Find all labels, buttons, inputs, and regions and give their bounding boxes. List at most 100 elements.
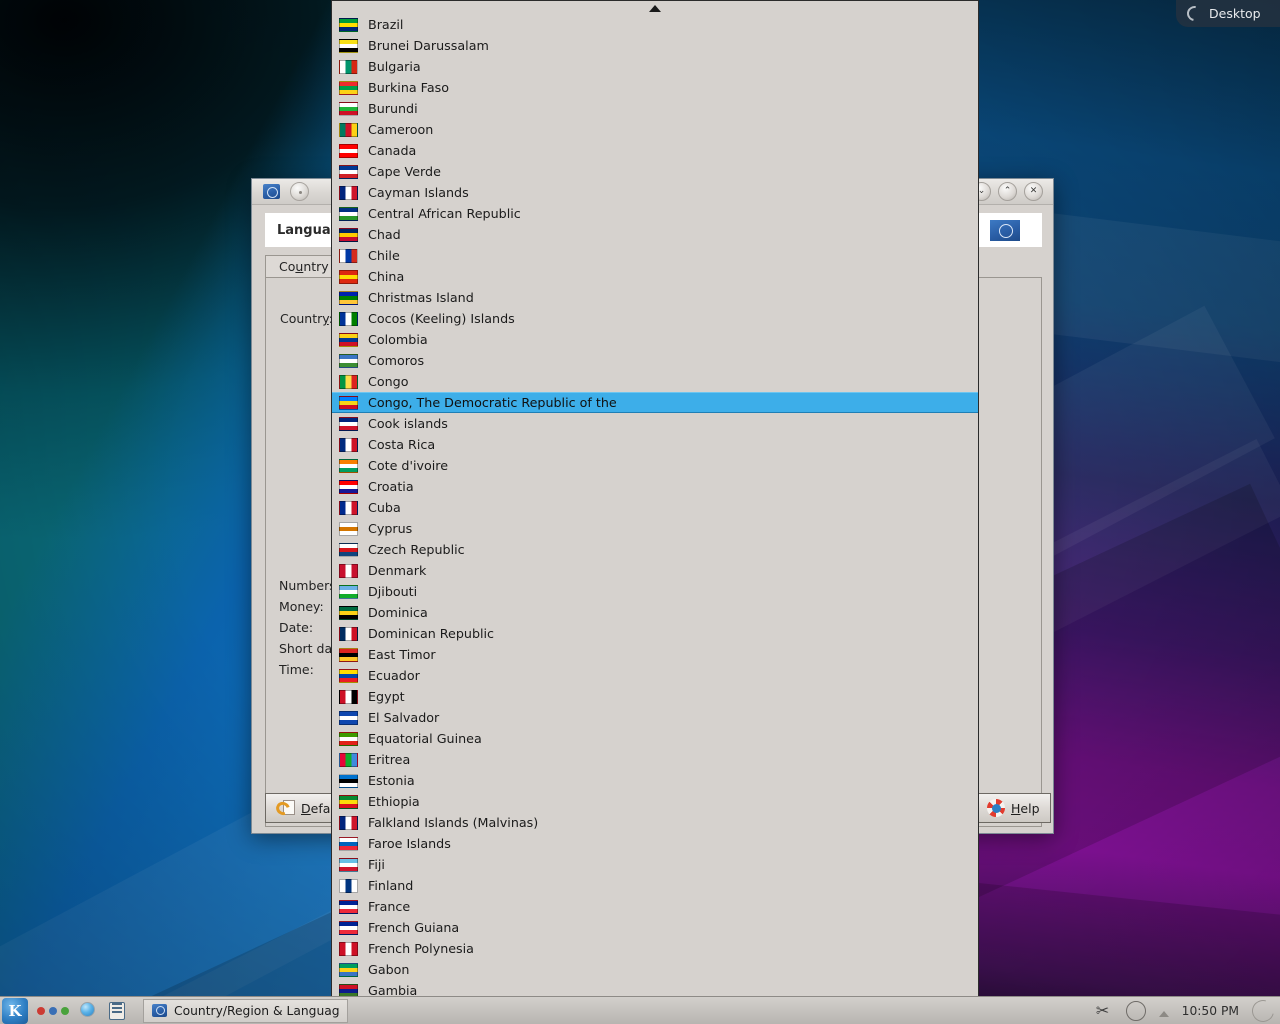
- country-list-item[interactable]: East Timor: [332, 644, 978, 665]
- country-list-item-label: French Polynesia: [368, 941, 474, 956]
- country-list-item[interactable]: El Salvador: [332, 707, 978, 728]
- country-list-item[interactable]: China: [332, 266, 978, 287]
- country-flag-icon: [339, 416, 358, 431]
- desktop-toolbox-label: Desktop: [1209, 6, 1261, 21]
- country-list-item[interactable]: Faroe Islands: [332, 833, 978, 854]
- country-field-label: Country:: [280, 311, 333, 326]
- country-list-item[interactable]: Eritrea: [332, 749, 978, 770]
- desktop-toolbox[interactable]: Desktop: [1176, 0, 1280, 27]
- pager-toggle-icon[interactable]: [1247, 995, 1279, 1024]
- country-flag-icon: [339, 437, 358, 452]
- country-list-item-label: East Timor: [368, 647, 436, 662]
- country-flag-icon: [339, 773, 358, 788]
- klipper-scissors-icon[interactable]: ✂: [1093, 1001, 1113, 1021]
- country-list-item[interactable]: Chile: [332, 245, 978, 266]
- country-flag-icon: [339, 836, 358, 851]
- country-flag-icon: [339, 227, 358, 242]
- country-list-item[interactable]: French Polynesia: [332, 938, 978, 959]
- network-icon[interactable]: [1125, 1000, 1146, 1021]
- country-flag-icon: [339, 500, 358, 515]
- scroll-up-arrow[interactable]: [332, 1, 978, 15]
- help-button[interactable]: Help: [976, 793, 1051, 823]
- country-list-item[interactable]: Gabon: [332, 959, 978, 980]
- maximize-button[interactable]: ⌃: [998, 182, 1017, 201]
- country-flag-icon: [339, 311, 358, 326]
- country-list-item[interactable]: Bulgaria: [332, 56, 978, 77]
- country-flag-icon: [339, 962, 358, 977]
- country-list-item[interactable]: Brazil: [332, 14, 978, 35]
- country-list-item[interactable]: Colombia: [332, 329, 978, 350]
- country-list-item[interactable]: Falkland Islands (Malvinas): [332, 812, 978, 833]
- taskbar-task-country-region-language[interactable]: Country/Region & Language – KDE: [143, 998, 348, 1023]
- kmenu-button[interactable]: K: [2, 997, 28, 1024]
- country-list[interactable]: Brazil Brunei Darussalam Bulgaria Burkina F…: [332, 14, 978, 1008]
- country-flag-icon: [339, 626, 358, 641]
- pager-dot-3[interactable]: [61, 1006, 69, 1015]
- country-list-item-label: Brazil: [368, 17, 404, 32]
- country-list-item-label: Faroe Islands: [368, 836, 451, 851]
- pager-dot-2[interactable]: [49, 1006, 57, 1015]
- country-flag-icon: [339, 269, 358, 284]
- country-list-item-label: Falkland Islands (Malvinas): [368, 815, 539, 830]
- country-list-item[interactable]: Dominica: [332, 602, 978, 623]
- country-list-item[interactable]: Central African Republic: [332, 203, 978, 224]
- country-list-item[interactable]: Czech Republic: [332, 539, 978, 560]
- country-list-item[interactable]: Djibouti: [332, 581, 978, 602]
- country-list-item[interactable]: Congo: [332, 371, 978, 392]
- country-list-item[interactable]: Croatia: [332, 476, 978, 497]
- country-list-item[interactable]: Christmas Island: [332, 287, 978, 308]
- country-flag-icon: [339, 542, 358, 557]
- country-flag-icon: [339, 59, 358, 74]
- country-list-item[interactable]: Burundi: [332, 98, 978, 119]
- country-list-item[interactable]: Denmark: [332, 560, 978, 581]
- country-list-item[interactable]: Egypt: [332, 686, 978, 707]
- country-list-item[interactable]: Canada: [332, 140, 978, 161]
- country-list-item[interactable]: Cook islands: [332, 413, 978, 434]
- country-list-item[interactable]: Costa Rica: [332, 434, 978, 455]
- country-list-item[interactable]: Ethiopia: [332, 791, 978, 812]
- country-flag-icon: [339, 479, 358, 494]
- country-list-item-label: China: [368, 269, 405, 284]
- country-list-item-label: Dominican Republic: [368, 626, 495, 641]
- desktop[interactable]: Desktop ⌄ ⌃ ✕ Language, Country Country:: [0, 0, 1280, 1024]
- country-list-item[interactable]: Comoros: [332, 350, 978, 371]
- country-list-item[interactable]: Chad: [332, 224, 978, 245]
- country-flag-icon: [339, 374, 358, 389]
- country-list-item[interactable]: Estonia: [332, 770, 978, 791]
- country-list-item[interactable]: Brunei Darussalam: [332, 35, 978, 56]
- country-list-item[interactable]: France: [332, 896, 978, 917]
- country-flag-icon: [339, 395, 358, 410]
- country-list-item-label: Finland: [368, 878, 414, 893]
- country-flag-icon: [339, 290, 358, 305]
- country-flag-icon: [339, 584, 358, 599]
- country-list-item[interactable]: Cote d'ivoire: [332, 455, 978, 476]
- country-list-item[interactable]: Cyprus: [332, 518, 978, 539]
- country-list-item[interactable]: Equatorial Guinea: [332, 728, 978, 749]
- country-list-item[interactable]: Cuba: [332, 497, 978, 518]
- clock[interactable]: 10:50 PM: [1182, 1004, 1239, 1018]
- country-list-item[interactable]: Burkina Faso: [332, 77, 978, 98]
- country-list-item[interactable]: Dominican Republic: [332, 623, 978, 644]
- country-combobox-popup[interactable]: Brazil Brunei Darussalam Bulgaria Burkina F…: [331, 0, 979, 1021]
- country-list-item[interactable]: Cocos (Keeling) Islands: [332, 308, 978, 329]
- country-list-item[interactable]: Cameroon: [332, 119, 978, 140]
- country-list-item[interactable]: Cayman Islands: [332, 182, 978, 203]
- window-menu-button[interactable]: [290, 182, 309, 201]
- country-flag-icon: [339, 668, 358, 683]
- country-list-item[interactable]: Cape Verde: [332, 161, 978, 182]
- country-flag-icon: [339, 353, 358, 368]
- country-list-item[interactable]: Ecuador: [332, 665, 978, 686]
- country-list-item[interactable]: Congo, The Democratic Republic of the: [332, 392, 978, 413]
- country-list-item[interactable]: Fiji: [332, 854, 978, 875]
- close-button[interactable]: ✕: [1024, 182, 1043, 201]
- magnifier-icon[interactable]: [78, 1000, 100, 1022]
- system-tray: ✂ 10:50 PM: [1093, 995, 1280, 1024]
- country-list-item-label: France: [368, 899, 411, 914]
- file-manager-icon[interactable]: [109, 1000, 131, 1022]
- country-list-item[interactable]: French Guiana: [332, 917, 978, 938]
- expand-arrow-icon[interactable]: [1158, 1011, 1169, 1017]
- task-un-flag-icon: [152, 1004, 167, 1017]
- country-list-item[interactable]: Finland: [332, 875, 978, 896]
- pager[interactable]: [37, 1006, 69, 1015]
- pager-dot-1[interactable]: [37, 1006, 45, 1015]
